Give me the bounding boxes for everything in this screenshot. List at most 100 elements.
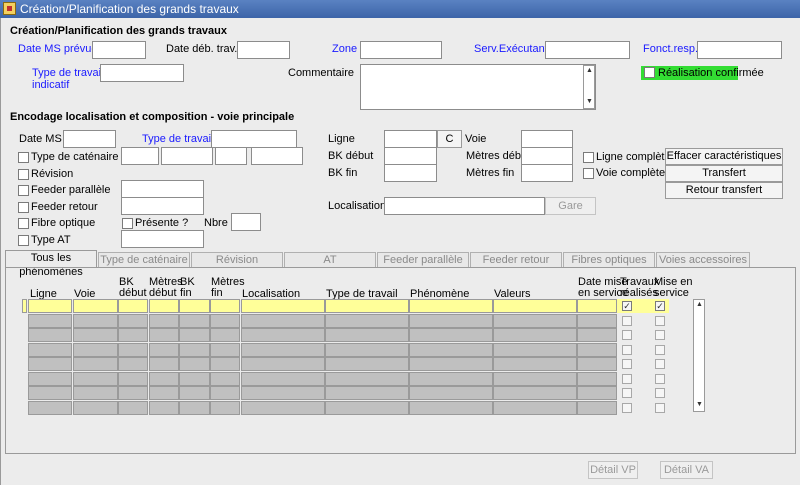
detail-va-button[interactable]: Détail VA xyxy=(660,461,713,479)
grid-cell-metres-fin[interactable] xyxy=(210,386,240,400)
grid-cell-localisation[interactable] xyxy=(241,328,325,342)
tab-at[interactable]: AT xyxy=(284,252,376,267)
effacer-caracteristiques-button[interactable]: Effacer caractéristiques xyxy=(665,148,783,165)
commentaire-scrollbar[interactable]: ▲ ▼ xyxy=(583,65,595,109)
voie-complete-checkbox[interactable] xyxy=(583,168,594,179)
grid-cell-metres-debut[interactable] xyxy=(149,400,179,415)
grid-cell-localisation[interactable] xyxy=(241,299,325,313)
grid-cell-ligne[interactable] xyxy=(28,371,72,386)
grid-cell-bk-debut[interactable] xyxy=(118,328,148,342)
metres-deb-field[interactable] xyxy=(521,147,573,165)
grid-cell-metres-debut[interactable] xyxy=(149,313,179,328)
catenaire-field-2[interactable] xyxy=(161,147,213,165)
tab-type-de-catenaire[interactable]: Type de caténaire xyxy=(98,252,190,267)
feeder-parallele-checkbox[interactable] xyxy=(18,185,29,196)
detail-vp-button[interactable]: Détail VP xyxy=(588,461,638,479)
grid-cell-type-de-travail[interactable] xyxy=(325,400,409,415)
type-at-checkbox[interactable] xyxy=(18,235,29,246)
grid-cell-bk-fin[interactable] xyxy=(179,400,210,415)
grid-cell-metres-debut[interactable] xyxy=(149,342,179,357)
grid-cell-phenomene[interactable] xyxy=(409,400,493,415)
grid-cell-type-de-travail[interactable] xyxy=(325,313,409,328)
grid-cell-type-de-travail[interactable] xyxy=(325,386,409,400)
grid-cell-metres-debut[interactable] xyxy=(149,386,179,400)
grid-scroll-up-icon[interactable]: ▲ xyxy=(694,300,705,311)
date-ms-field[interactable] xyxy=(63,130,116,148)
mise-en-service-checkbox[interactable] xyxy=(655,373,665,384)
grid-cell-ligne[interactable] xyxy=(28,400,72,415)
mise-en-service-checkbox[interactable] xyxy=(655,388,665,398)
transfert-button[interactable]: Transfert xyxy=(665,165,783,182)
travaux-realises-checkbox[interactable] xyxy=(622,315,632,326)
gare-button[interactable]: Gare xyxy=(545,197,596,215)
localisation-field[interactable] xyxy=(384,197,545,215)
grid-cell-metres-debut[interactable] xyxy=(149,328,179,342)
grid-cell-localisation[interactable] xyxy=(241,357,325,371)
grid-cell-voie[interactable] xyxy=(73,400,118,415)
grid-cell-phenomene[interactable] xyxy=(409,299,493,313)
grid-cell-ligne[interactable] xyxy=(28,328,72,342)
mise-en-service-checkbox[interactable] xyxy=(655,344,665,355)
grid-cell-phenomene[interactable] xyxy=(409,328,493,342)
c-button[interactable]: C xyxy=(437,130,462,148)
grid-cell-voie[interactable] xyxy=(73,371,118,386)
presente-checkbox[interactable] xyxy=(122,218,133,229)
grid-cell-valeurs[interactable] xyxy=(493,313,577,328)
grid-scroll-down-icon[interactable]: ▼ xyxy=(694,400,705,411)
grid-cell-valeurs[interactable] xyxy=(493,371,577,386)
bk-debut-field[interactable] xyxy=(384,147,437,165)
commentaire-textarea[interactable] xyxy=(360,64,596,110)
catenaire-field-1[interactable] xyxy=(121,147,159,165)
grid-cell-metres-debut[interactable] xyxy=(149,357,179,371)
scroll-down-icon[interactable]: ▼ xyxy=(584,97,595,108)
grid-cell-ligne[interactable] xyxy=(28,299,72,313)
travaux-realises-checkbox[interactable] xyxy=(622,373,632,384)
grid-cell-ligne[interactable] xyxy=(28,386,72,400)
scroll-up-icon[interactable]: ▲ xyxy=(584,66,595,77)
grid-cell-localisation[interactable] xyxy=(241,400,325,415)
grid-cell-metres-fin[interactable] xyxy=(210,328,240,342)
type-catenaire-checkbox[interactable] xyxy=(18,152,29,163)
grid-cell-phenomene[interactable] xyxy=(409,386,493,400)
grid-cell-date-mise-en-service[interactable] xyxy=(577,386,617,400)
grid-cell-bk-fin[interactable] xyxy=(179,357,210,371)
grid-cell-type-de-travail[interactable] xyxy=(325,299,409,313)
grid-cell-phenomene[interactable] xyxy=(409,342,493,357)
grid-cell-bk-fin[interactable] xyxy=(179,328,210,342)
grid-cell-date-mise-en-service[interactable] xyxy=(577,400,617,415)
grid-cell-metres-fin[interactable] xyxy=(210,400,240,415)
grid-cell-bk-debut[interactable] xyxy=(118,386,148,400)
mise-en-service-checkbox[interactable] xyxy=(655,330,665,340)
grid-cell-voie[interactable] xyxy=(73,386,118,400)
grid-cell-voie[interactable] xyxy=(73,328,118,342)
tab-feeder-parallele[interactable]: Feeder parallèle xyxy=(377,252,469,267)
grid-cell-bk-debut[interactable] xyxy=(118,357,148,371)
grid-cell-voie[interactable] xyxy=(73,357,118,371)
grid-cell-bk-fin[interactable] xyxy=(179,386,210,400)
mise-en-service-checkbox[interactable] xyxy=(655,315,665,326)
grid-cell-type-de-travail[interactable] xyxy=(325,371,409,386)
grid-cell-phenomene[interactable] xyxy=(409,357,493,371)
mise-en-service-checkbox[interactable] xyxy=(655,301,665,311)
grid-cell-bk-debut[interactable] xyxy=(118,342,148,357)
grid-cell-valeurs[interactable] xyxy=(493,328,577,342)
grid-cell-metres-fin[interactable] xyxy=(210,313,240,328)
travaux-realises-checkbox[interactable] xyxy=(622,402,632,413)
grid-cell-localisation[interactable] xyxy=(241,313,325,328)
mise-en-service-checkbox[interactable] xyxy=(655,402,665,413)
grid-cell-bk-fin[interactable] xyxy=(179,299,210,313)
ligne-complete-checkbox[interactable] xyxy=(583,152,594,163)
voie-field[interactable] xyxy=(521,130,573,148)
grid-cell-bk-debut[interactable] xyxy=(118,371,148,386)
grid-cell-bk-debut[interactable] xyxy=(118,313,148,328)
tab-fibres-optiques[interactable]: Fibres optiques xyxy=(563,252,655,267)
grid-scrollbar[interactable]: ▲ ▼ xyxy=(693,299,705,412)
travaux-realises-checkbox[interactable] xyxy=(622,344,632,355)
travaux-realises-checkbox[interactable] xyxy=(622,301,632,311)
grid-cell-ligne[interactable] xyxy=(28,342,72,357)
grid-cell-metres-debut[interactable] xyxy=(149,299,179,313)
mise-en-service-checkbox[interactable] xyxy=(655,359,665,369)
grid-cell-metres-fin[interactable] xyxy=(210,371,240,386)
grid-cell-date-mise-en-service[interactable] xyxy=(577,299,617,313)
nbre-field[interactable] xyxy=(231,213,261,231)
